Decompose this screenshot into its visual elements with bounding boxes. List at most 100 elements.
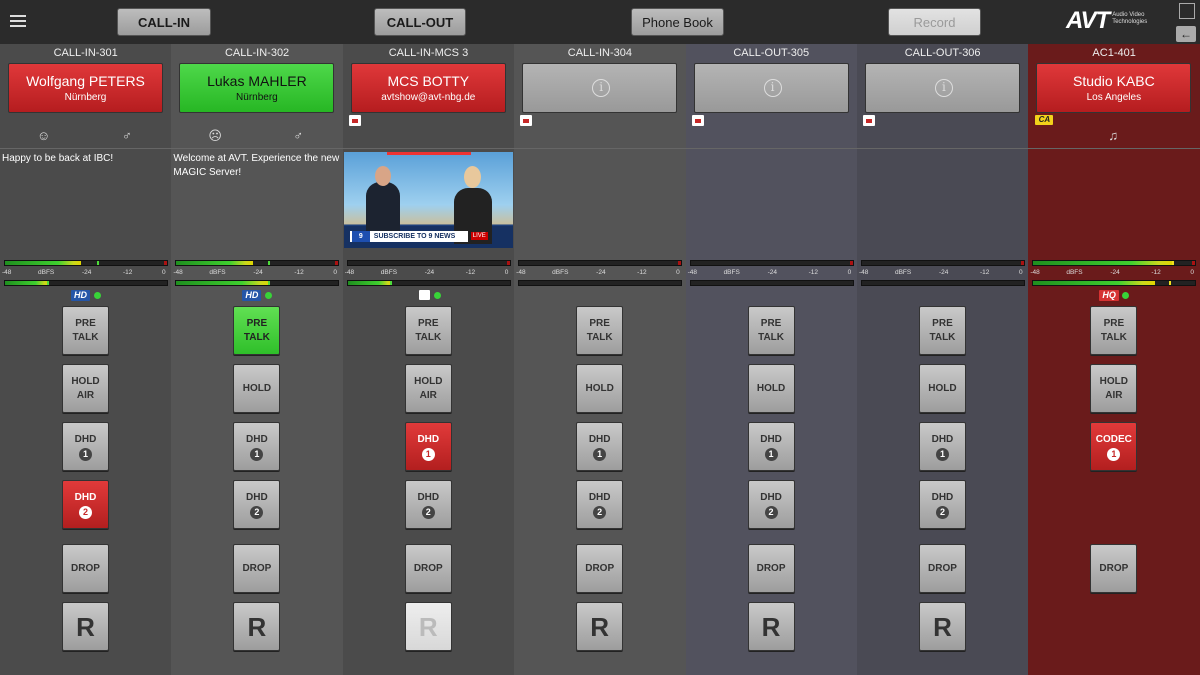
hold-air-button[interactable]: HOLD AIR [1090,364,1138,413]
drop-button[interactable]: DROP [62,544,109,593]
audio-meter: -48 dBFS -24 -12 0 [1030,260,1197,288]
pre-talk-button[interactable]: PRE TALK [233,306,281,355]
record-button[interactable]: Record [888,8,981,36]
dhd-1-button[interactable]: DHD 1 [404,422,452,471]
hold-button[interactable]: HOLD [233,364,281,413]
hamburger-menu-icon[interactable] [10,12,26,28]
dhd-1-button[interactable]: DHD 1 [576,422,624,471]
dhd-2-button[interactable]: DHD 2 [747,480,795,529]
r-button[interactable]: R [404,602,452,651]
drop-button[interactable]: DROP [233,544,281,593]
dhd-2-button[interactable]: DHD 2 [404,480,452,529]
btn-line: TALK [243,331,270,343]
btn-line: R [933,611,952,642]
phone-flag-icon [520,115,533,126]
meter-clip [1020,261,1024,265]
meter-peak [389,281,392,285]
meter-bar-bottom [4,280,168,286]
r-button[interactable]: R [918,602,966,651]
btn-line: DHD [931,491,954,503]
meter-clip [335,261,339,265]
number-badge: 2 [79,505,92,519]
drop-button[interactable]: DROP [576,544,624,593]
pre-talk-button[interactable]: PRE TALK [576,306,624,355]
btn-line: DHD [74,491,97,503]
pre-talk-button[interactable]: PRE TALK [1090,306,1138,355]
channel-strips: CALL-IN-301 Wolfgang PETERS Nürnberg ☺ ♂… [0,44,1200,675]
caller-name: Lukas MAHLER [207,73,307,89]
call-in-button[interactable]: CALL-IN [117,8,211,36]
btn-line: TALK [758,331,785,343]
btn-line: DHD [246,491,268,503]
drop-button[interactable]: DROP [1090,544,1138,593]
meter-bar-bottom [689,280,854,286]
hold-button[interactable]: HOLD [747,364,795,413]
drop-button[interactable]: DROP [918,544,966,593]
hold-air-button[interactable]: HOLD AIR [62,364,109,413]
dhd-1-button[interactable]: DHD 1 [62,422,109,471]
divider [0,148,172,149]
hold-button[interactable]: HOLD [918,364,966,413]
btn-line: DHD [760,491,782,503]
male-icon: ♂ [293,128,304,143]
fullscreen-icon[interactable] [1179,3,1195,19]
meter-fill [5,281,49,285]
caller-card[interactable]: Wolfgang PETERS Nürnberg [8,63,163,113]
caller-card[interactable]: Lukas MAHLER Nürnberg [179,63,335,113]
dhd-2-button[interactable]: DHD 2 [918,480,966,529]
scale-label: -24 [767,269,777,276]
r-button[interactable]: R [233,602,281,651]
btn-line: HOLD [414,375,443,387]
codec-1-button[interactable]: CODEC 1 [1090,422,1138,471]
caller-card[interactable]: i [522,63,678,113]
scale-label: -24 [424,269,435,276]
caller-card[interactable]: Studio KABC Los Angeles [1036,63,1192,113]
caller-card[interactable]: i [693,63,849,113]
scale-label: 0 [333,269,338,276]
scale-label: -48 [687,269,697,276]
btn-line: DHD [931,433,954,445]
btn-line: DHD [588,433,611,445]
meter-bar-bottom [175,280,340,286]
divider [685,148,857,149]
dhd-1-button[interactable]: DHD 1 [747,422,795,471]
scale-label: -24 [1110,269,1120,276]
divider [856,148,1029,149]
dhd-2-button[interactable]: DHD 2 [62,480,109,529]
dhd-1-button[interactable]: DHD 1 [233,422,281,471]
meter-peak [268,281,271,285]
pre-talk-button[interactable]: PRE TALK [62,306,109,355]
caller-card[interactable]: MCS BOTTY avtshow@avt-nbg.de [350,63,506,113]
pre-talk-button[interactable]: PRE TALK [918,306,966,355]
scale-label: dBFS [552,269,569,276]
channel-strip: CALL-OUT-305 i -48 dBFS -24 -12 0 PRE TAL… [685,44,857,675]
back-arrow-icon[interactable]: ← [1176,26,1196,42]
hold-air-button[interactable]: HOLD AIR [404,364,452,413]
logo-text: AVT [1066,7,1110,34]
pre-talk-button[interactable]: PRE TALK [747,306,795,355]
r-button[interactable]: R [747,602,795,651]
video-preview[interactable]: SUBSCRIBE TO 9 NEWS LIVE [343,152,513,248]
dhd-2-button[interactable]: DHD 2 [233,480,281,529]
drop-button[interactable]: DROP [404,544,452,593]
btn-line: PRE [932,317,953,329]
drop-button[interactable]: DROP [747,544,795,593]
number-badge: 1 [935,447,949,461]
caller-message: Welcome at AVT. Experience the new MAGIC… [173,153,340,178]
hold-button[interactable]: HOLD [576,364,624,413]
dhd-1-button[interactable]: DHD 1 [918,422,966,471]
r-button[interactable]: R [62,602,109,651]
btn-line: HOLD [1099,375,1129,387]
phone-book-button[interactable]: Phone Book [631,8,724,36]
r-button[interactable]: R [576,602,624,651]
scale-label: -48 [1030,269,1040,276]
call-out-button[interactable]: CALL-OUT [374,8,466,36]
caller-location: Nürnberg [64,92,107,103]
btn-line: R [76,611,95,642]
pre-talk-button[interactable]: PRE TALK [404,306,452,355]
number-badge: 1 [79,447,92,461]
scale-label: 0 [1190,269,1194,276]
caller-card[interactable]: i [864,63,1020,113]
meter-bar-top [860,260,1025,266]
dhd-2-button[interactable]: DHD 2 [576,480,624,529]
